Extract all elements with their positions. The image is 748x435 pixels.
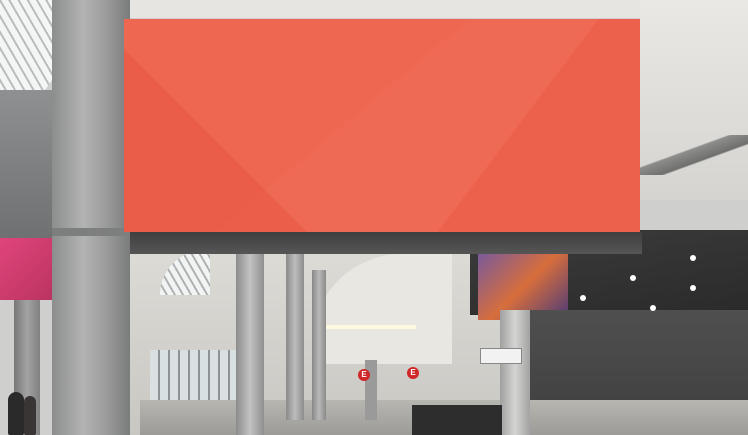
info-counter: [412, 405, 502, 435]
person: [24, 396, 36, 435]
person: [8, 392, 24, 435]
exit-sign: E: [407, 367, 419, 379]
convention-hall-photo: E E: [0, 0, 748, 435]
pillar: [500, 310, 530, 435]
exit-sign: E: [358, 369, 370, 381]
ceiling-beam: [122, 232, 642, 254]
blank-banner-placeholder: [124, 19, 640, 232]
wayfinding-sign: [480, 348, 522, 364]
ceiling-duct: [640, 135, 748, 175]
ceiling-lights: [690, 255, 696, 261]
pillar: [236, 250, 264, 435]
main-pillar: [52, 0, 130, 435]
pillar: [312, 270, 326, 420]
pillar: [286, 250, 304, 420]
pillar-ring: [52, 228, 130, 236]
arch-light-strip: [318, 325, 416, 329]
